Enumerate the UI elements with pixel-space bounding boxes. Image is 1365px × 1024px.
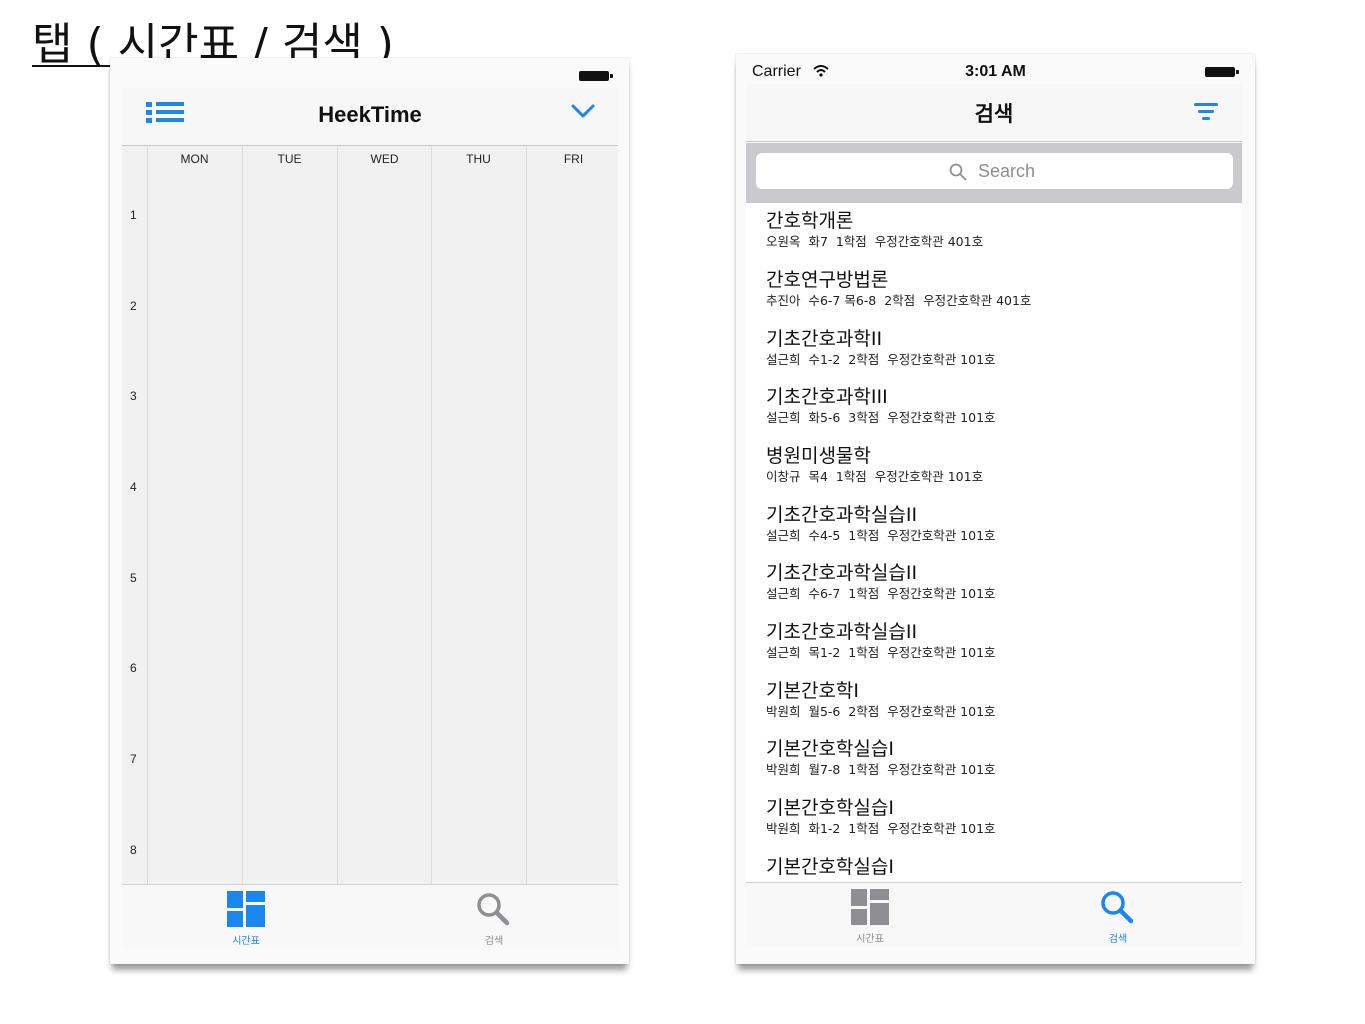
hour-label: 7 [130, 752, 137, 766]
list-item[interactable]: 기초간호과학III 설근희 화5-6 3학점 우정간호학관 101호 [766, 385, 1236, 427]
tab-bar: 시간표 검색 [122, 884, 618, 948]
course-detail: 설근희 목1-2 1학점 우정간호학관 101호 [766, 645, 996, 660]
tab-label: 검색 [484, 936, 504, 947]
chevron-down-icon[interactable] [570, 101, 596, 121]
grid-icon [851, 889, 889, 925]
search-icon [1101, 891, 1134, 924]
hour-label: 1 [130, 208, 137, 222]
search-placeholder: Search [978, 161, 1036, 181]
hour-label: 5 [130, 571, 137, 585]
course-detail: 추진아 수6-7 목6-8 2학점 우정간호학관 401호 [766, 293, 1032, 308]
search-input[interactable]: Search [756, 153, 1233, 189]
search-icon [477, 893, 510, 926]
nav-bar: HeekTime [122, 88, 618, 146]
course-title: 기초간호과학III [766, 386, 888, 408]
day-header-mon: MON [180, 152, 209, 166]
course-title: 기초간호과학실습II [766, 621, 918, 643]
course-title: 간호연구방법론 [766, 269, 889, 291]
grid-icon [227, 891, 265, 927]
tab-label: 검색 [1108, 934, 1128, 945]
list-item[interactable]: 기본간호학실습I 박원희 월7-8 1학점 우정간호학관 101호 [766, 737, 1236, 779]
tab-timetable[interactable]: 시간표 [746, 883, 994, 947]
status-bar: Carrier 3:01 AM [736, 54, 1255, 84]
tab-label: 시간표 [232, 936, 260, 947]
filter-icon[interactable] [1194, 103, 1220, 123]
course-title: 기본간호학실습I [766, 856, 894, 878]
search-screen: Carrier 3:01 AM 검색 Search 간호학개론 오원옥 화7 1… [736, 54, 1255, 964]
course-title: 기초간호과학실습II [766, 504, 918, 526]
course-detail: 설근희 수1-2 2학점 우정간호학관 101호 [766, 352, 996, 367]
hour-label: 3 [130, 389, 137, 403]
tab-label: 시간표 [856, 934, 884, 945]
page-title: 검색 [974, 102, 1014, 126]
day-header-tue: TUE [277, 152, 302, 166]
hour-label: 4 [130, 480, 137, 494]
tab-search[interactable]: 검색 [994, 883, 1242, 947]
day-headers: MON TUE WED THU FRI [122, 146, 618, 170]
course-detail: 박원희 화1-2 1학점 우정간호학관 101호 [766, 821, 996, 836]
list-item[interactable]: 기본간호학실습I [766, 855, 1236, 879]
day-header-fri: FRI [563, 152, 584, 166]
course-detail: 박원희 월5-6 2학점 우정간호학관 101호 [766, 704, 996, 719]
status-bar [110, 58, 629, 88]
course-title: 기본간호학실습I [766, 797, 894, 819]
list-item[interactable]: 기본간호학I 박원희 월5-6 2학점 우정간호학관 101호 [766, 679, 1236, 721]
status-time: 3:01 AM [965, 63, 1026, 80]
course-detail: 설근희 화5-6 3학점 우정간호학관 101호 [766, 410, 996, 425]
timetable-grid: MON TUE WED THU FRI 1 2 3 4 5 6 7 8 [122, 146, 618, 884]
timetable-screen: HeekTime MON TUE WED THU FRI 1 2 3 4 5 6… [110, 58, 629, 964]
course-detail: 오원옥 화7 1학점 우정간호학관 401호 [766, 234, 984, 249]
course-title: 기본간호학실습I [766, 738, 894, 760]
battery-icon [579, 71, 613, 81]
day-header-thu: THU [466, 152, 491, 166]
course-title: 기본간호학I [766, 680, 860, 702]
search-icon [949, 163, 967, 181]
battery-icon [1205, 67, 1239, 77]
tab-timetable[interactable]: 시간표 [122, 885, 370, 949]
course-title: 간호학개론 [766, 210, 854, 232]
course-title: 기초간호과학II [766, 328, 883, 350]
list-item[interactable]: 기초간호과학실습II 설근희 수6-7 1학점 우정간호학관 101호 [766, 561, 1236, 603]
list-item[interactable]: 기초간호과학II 설근희 수1-2 2학점 우정간호학관 101호 [766, 327, 1236, 369]
course-detail: 이창규 목4 1학점 우정간호학관 101호 [766, 469, 984, 484]
hour-label: 2 [130, 299, 137, 313]
list-item[interactable]: 기본간호학실습I 박원희 화1-2 1학점 우정간호학관 101호 [766, 796, 1236, 838]
list-item[interactable]: 기초간호과학실습II 설근희 목1-2 1학점 우정간호학관 101호 [766, 620, 1236, 662]
nav-bar: 검색 [746, 84, 1242, 142]
course-detail: 박원희 월7-8 1학점 우정간호학관 101호 [766, 762, 996, 777]
hour-label: 6 [130, 661, 137, 675]
list-item[interactable]: 병원미생물학 이창규 목4 1학점 우정간호학관 101호 [766, 444, 1236, 486]
tab-bar: 시간표 검색 [746, 882, 1242, 946]
course-title: 병원미생물학 [766, 445, 871, 467]
list-item[interactable]: 간호연구방법론 추진아 수6-7 목6-8 2학점 우정간호학관 401호 [766, 268, 1236, 310]
day-header-wed: WED [370, 152, 399, 166]
search-bar: Search [746, 143, 1242, 203]
hour-label: 8 [130, 843, 137, 857]
list-item[interactable]: 기초간호과학실습II 설근희 수4-5 1학점 우정간호학관 101호 [766, 503, 1236, 545]
course-detail: 설근희 수6-7 1학점 우정간호학관 101호 [766, 586, 996, 601]
tab-search[interactable]: 검색 [370, 885, 618, 949]
search-results: 간호학개론 오원옥 화7 1학점 우정간호학관 401호 간호연구방법론 추진아… [746, 203, 1242, 882]
list-item[interactable]: 간호학개론 오원옥 화7 1학점 우정간호학관 401호 [766, 209, 1236, 251]
course-title: 기초간호과학실습II [766, 562, 918, 584]
course-detail: 설근희 수4-5 1학점 우정간호학관 101호 [766, 528, 996, 543]
page-title: HeekTime [318, 102, 422, 127]
